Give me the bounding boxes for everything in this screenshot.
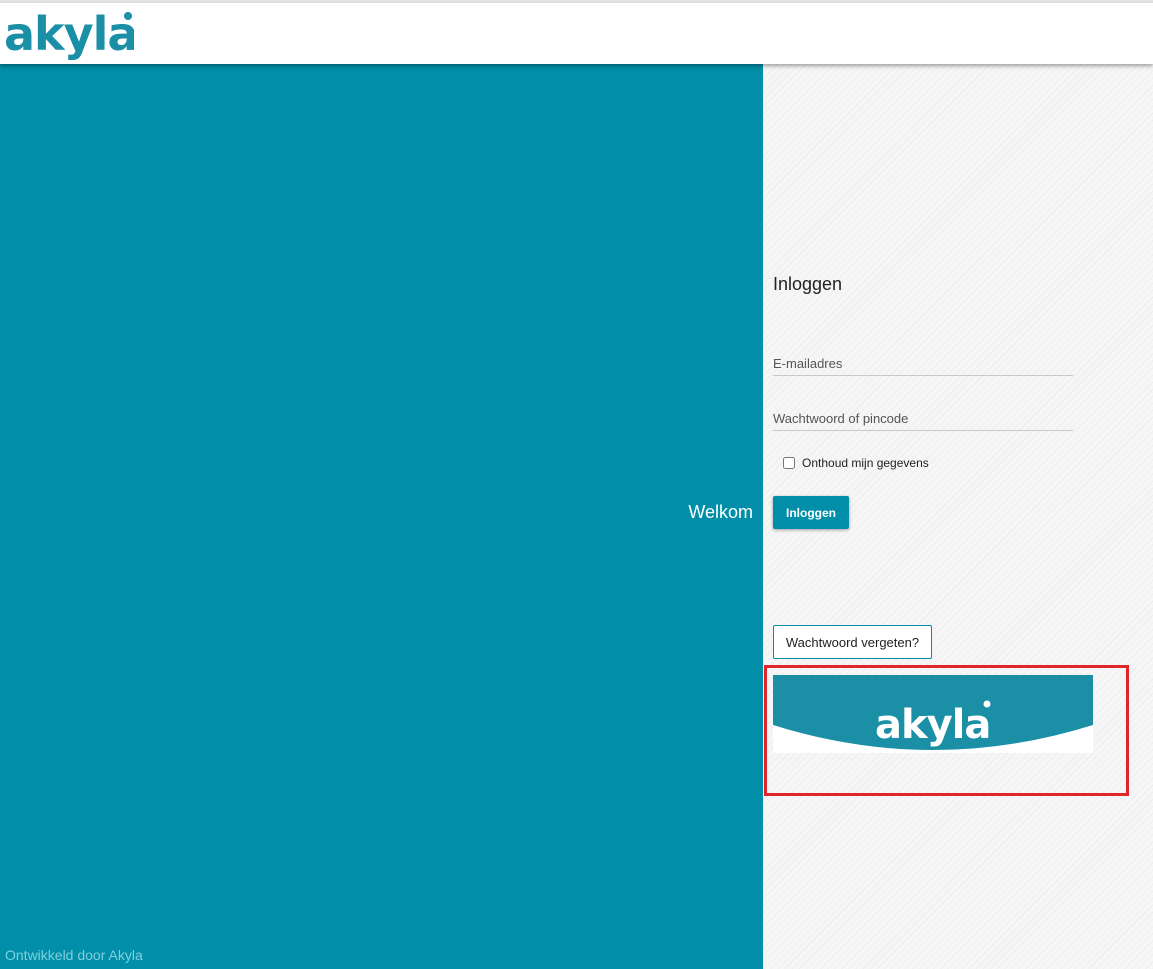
- logo-dot-icon: [124, 12, 132, 20]
- akyla-logo[interactable]: akyla: [4, 5, 134, 61]
- remember-me-checkbox[interactable]: [783, 457, 795, 469]
- forgot-password-button[interactable]: Wachtwoord vergeten?: [773, 625, 932, 659]
- top-header: akyla: [0, 3, 1153, 64]
- password-field[interactable]: [773, 406, 1073, 431]
- login-title: Inloggen: [773, 274, 843, 294]
- welcome-text: Welkom: [688, 502, 753, 522]
- welcome-panel: Welkom Ontwikkeld door Akyla: [0, 64, 763, 969]
- login-panel: Inloggen Onthoud mijn gegevens Inloggen …: [763, 64, 1153, 969]
- remember-me[interactable]: Onthoud mijn gegevens: [783, 456, 929, 470]
- login-button[interactable]: Inloggen: [773, 496, 849, 529]
- email-field[interactable]: [773, 351, 1073, 376]
- highlight-box: [764, 665, 1129, 796]
- developed-by-credit: Ontwikkeld door Akyla: [5, 947, 143, 963]
- remember-me-label: Onthoud mijn gegevens: [802, 456, 929, 470]
- akyla-logo-text: akyla: [4, 7, 134, 61]
